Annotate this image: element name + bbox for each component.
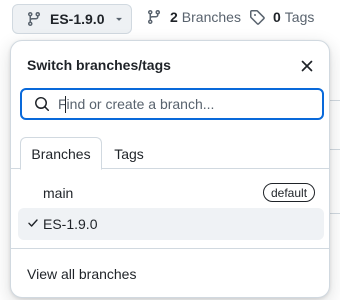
branches-count: 2 bbox=[170, 9, 178, 25]
git-branch-icon bbox=[147, 10, 160, 25]
branch-name: main bbox=[43, 185, 74, 201]
background-divider bbox=[330, 149, 340, 150]
default-badge: default bbox=[263, 183, 316, 202]
branches-link[interactable]: 2 Branches bbox=[146, 9, 241, 25]
view-all-branches-link[interactable]: View all branches bbox=[27, 266, 136, 282]
branch-name: ES-1.9.0 bbox=[43, 216, 98, 232]
repo-header-bar: ES-1.9.0 2 Branches 0 Tags bbox=[0, 0, 340, 38]
branch-search-field[interactable] bbox=[20, 88, 324, 120]
close-button[interactable] bbox=[296, 55, 318, 77]
chevron-down-icon bbox=[116, 17, 123, 21]
branch-search-input[interactable] bbox=[58, 96, 308, 112]
background-divider bbox=[330, 213, 340, 214]
tab-branches[interactable]: Branches bbox=[20, 137, 102, 170]
branches-label: Branches bbox=[181, 9, 241, 25]
branch-item-main[interactable]: main default bbox=[18, 177, 324, 209]
check-icon bbox=[28, 219, 38, 227]
tags-label: Tags bbox=[284, 9, 315, 25]
switch-branches-dialog: Switch branches/tags Branches Tags main … bbox=[10, 40, 330, 298]
tags-link[interactable]: 0 Tags bbox=[249, 9, 314, 25]
dialog-title: Switch branches/tags bbox=[27, 57, 171, 73]
close-icon bbox=[301, 60, 313, 72]
background-divider bbox=[330, 100, 340, 101]
footer-divider bbox=[11, 248, 329, 249]
tab-tags[interactable]: Tags bbox=[106, 137, 152, 170]
tag-icon bbox=[250, 10, 265, 25]
text-cursor bbox=[65, 96, 66, 113]
tags-count: 0 bbox=[273, 9, 281, 25]
branch-tag-tabs: Branches Tags bbox=[11, 137, 329, 170]
git-branch-icon bbox=[27, 12, 40, 27]
branch-selector-label: ES-1.9.0 bbox=[50, 11, 105, 27]
branch-selector-button[interactable]: ES-1.9.0 bbox=[12, 4, 132, 34]
search-icon bbox=[35, 97, 50, 112]
branch-item-es-1-9-0[interactable]: ES-1.9.0 bbox=[18, 208, 324, 240]
